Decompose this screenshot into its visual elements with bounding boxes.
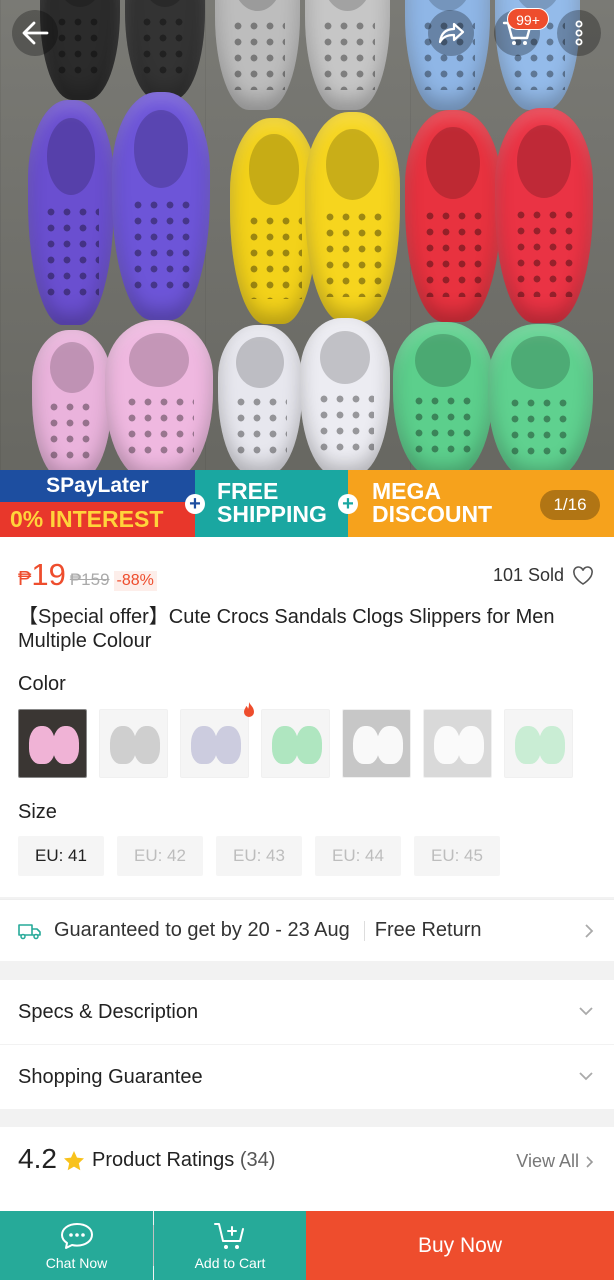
color-option-pink[interactable] [18,709,87,778]
spaylater-text: SPayLater [0,470,195,502]
plus-icon: + [185,494,205,514]
share-icon [438,22,465,44]
chat-now-label: Chat Now [45,1254,108,1271]
clog-pink-right [105,320,213,480]
clog-white-right [300,318,390,476]
add-to-cart-button[interactable]: Add to Cart [154,1211,306,1280]
currency-symbol: ₱ [18,568,32,590]
rating-score: 4.2 [18,1143,57,1174]
back-arrow-icon [22,21,49,45]
star-icon [64,1151,84,1171]
color-swatches [18,709,573,778]
original-price: ₱159 [69,570,110,589]
specs-description-row[interactable]: Specs & Description [0,980,614,1044]
view-all-label: View All [516,1151,579,1171]
add-to-cart-label: Add to Cart [194,1254,266,1271]
delivery-guarantee-text: Guaranteed to get by 20 - 23 Aug [54,919,350,941]
view-all-ratings-link[interactable]: View All [516,1151,594,1172]
shipping-row[interactable]: Guaranteed to get by 20 - 23 Aug Free Re… [0,899,614,961]
cart-count-badge: 99+ [507,8,549,30]
size-label: Size [18,801,57,823]
product-title: 【Special offer】Cute Crocs Sandals Clogs … [18,606,555,652]
clog-red-left [405,110,501,322]
heart-icon[interactable] [572,565,594,586]
back-button[interactable] [12,10,58,56]
product-info-card: ₱ 19 ₱159 -88% 101 Sold 【Special offer】C… [0,537,614,897]
chat-now-button[interactable]: Chat Now [0,1211,153,1280]
size-options: EU: 41 EU: 42 EU: 43 EU: 44 EU: 45 [18,836,500,876]
sold-count: 101 Sold [492,565,564,585]
clog-pink-left [32,330,112,480]
shopping-guarantee-row[interactable]: Shopping Guarantee [0,1045,614,1109]
color-label: Color [18,673,66,695]
color-option-white-2[interactable] [423,709,492,778]
specs-description-label: Specs & Description [18,1001,199,1023]
color-option-mint[interactable] [261,709,330,778]
free-return-text: Free Return [374,919,482,941]
chevron-down-icon [579,1072,593,1081]
fire-hot-icon [241,701,257,724]
bottom-action-bar: Chat Now Add to Cart Buy Now [0,1211,614,1280]
discount-badge: -88% [113,571,157,591]
color-option-lilac[interactable] [180,709,249,778]
buy-now-label: Buy Now [417,1233,503,1257]
clog-yellow-right [305,112,400,322]
shopping-guarantee-label: Shopping Guarantee [18,1066,203,1088]
chat-bubble-icon [60,1222,93,1249]
share-button[interactable] [428,10,474,56]
ratings-title: Product Ratings (34) [92,1149,275,1172]
free-shipping-promo: + FREE SHIPPING [185,470,348,537]
chevron-down-icon [579,1007,593,1016]
divider [363,920,365,941]
spaylater-promo: SPayLater 0% INTEREST [0,470,195,537]
ratings-label: Product Ratings [92,1149,235,1171]
color-option-light-green[interactable] [504,709,573,778]
chevron-right-icon [585,923,594,938]
size-option-43[interactable]: EU: 43 [216,836,302,876]
clog-white-left [218,325,302,475]
add-to-cart-icon [214,1222,244,1249]
current-price: 19 [31,557,66,592]
promo-banner: SPayLater 0% INTEREST + FREE SHIPPING + … [0,470,614,537]
color-option-grey[interactable] [99,709,168,778]
sold-info: 101 Sold [493,565,594,586]
size-option-42[interactable]: EU: 42 [117,836,203,876]
chevron-right-icon [586,1155,594,1168]
size-option-44[interactable]: EU: 44 [315,836,401,876]
more-vertical-icon [575,20,583,46]
clog-green-left [393,322,493,477]
delivery-truck-icon [18,923,41,939]
clog-green-right [488,324,593,479]
more-options-button[interactable] [557,10,601,56]
product-image-gallery[interactable]: 99+ SPayLater 0% INTEREST + FREE SHIPPIN… [0,0,614,537]
price-row: ₱ 19 ₱159 -88% [18,557,157,593]
image-counter: 1/16 [540,490,600,520]
plus-icon: + [338,494,358,514]
free-shipping-line1: FREE [217,478,279,504]
clog-red-right [495,108,593,323]
product-ratings-section: 4.2 Product Ratings (34) View All [0,1127,614,1211]
size-option-41[interactable]: EU: 41 [18,836,104,876]
color-option-white[interactable] [342,709,411,778]
clog-purple-right [112,92,210,320]
ratings-count: (34) [239,1149,276,1171]
size-option-45[interactable]: EU: 45 [414,836,500,876]
clog-purple-left [28,100,114,325]
free-shipping-line2: SHIPPING [217,501,327,527]
interest-text: 0% INTEREST [0,502,195,537]
buy-now-button[interactable]: Buy Now [306,1211,614,1280]
